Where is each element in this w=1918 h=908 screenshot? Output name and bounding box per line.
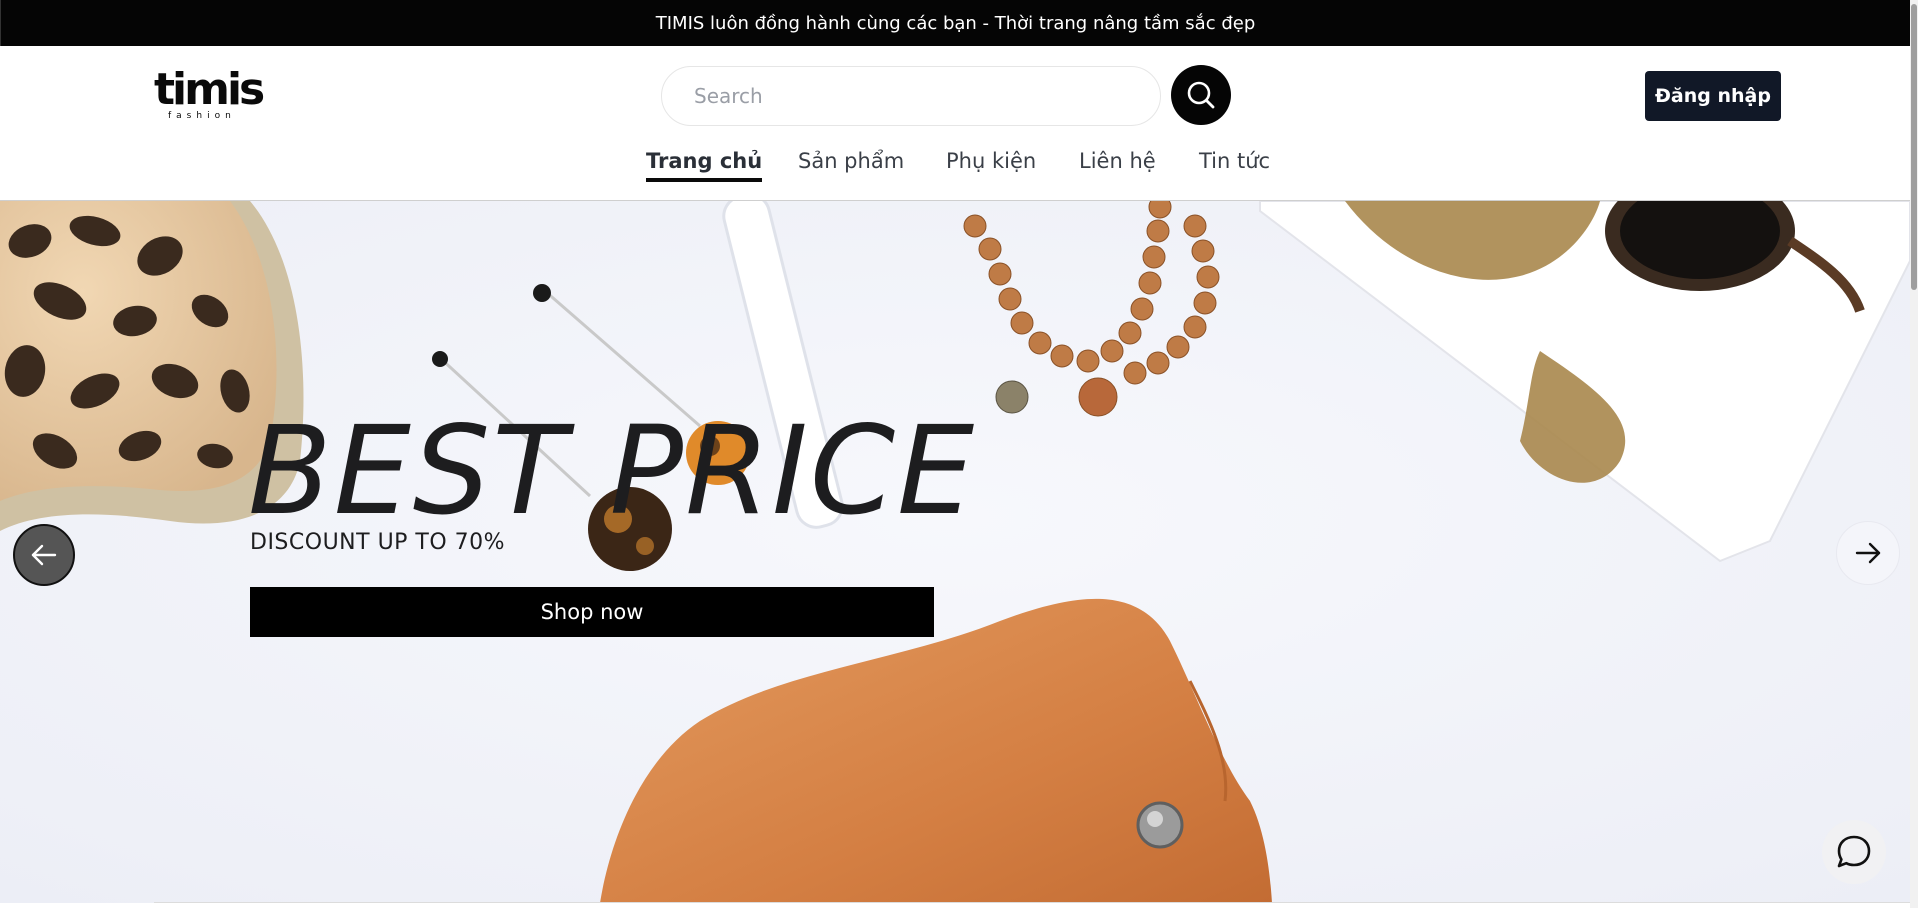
shop-now-button[interactable]: Shop now bbox=[250, 587, 934, 637]
announcement-bar: TIMIS luôn đồng hành cùng các bạn - Thời… bbox=[0, 0, 1910, 46]
search-icon bbox=[1187, 81, 1215, 109]
carousel-prev-button[interactable] bbox=[13, 524, 75, 586]
site-header: timis fashion Đăng nhập Trang chủ Sản ph… bbox=[0, 46, 1910, 201]
main-nav: Trang chủ Sản phẩm Phụ kiện Liên hệ Tin … bbox=[0, 146, 1910, 196]
announcement-text: TIMIS luôn đồng hành cùng các bạn - Thời… bbox=[655, 12, 1256, 34]
nav-item-contact[interactable]: Liên hệ bbox=[1079, 146, 1156, 176]
chat-bubble-icon bbox=[1837, 835, 1871, 868]
carousel-next-button[interactable] bbox=[1836, 521, 1900, 585]
hero-subtitle: DISCOUNT UP TO 70% bbox=[250, 530, 506, 555]
page: TIMIS luôn đồng hành cùng các bạn - Thời… bbox=[0, 0, 1918, 908]
brand-logo[interactable]: timis fashion bbox=[154, 68, 265, 124]
hero-title: BEST PRICE bbox=[248, 400, 977, 542]
logo-tagline: fashion bbox=[168, 111, 236, 121]
hero-banner: BEST PRICE DISCOUNT UP TO 70% Shop now bbox=[0, 201, 1910, 903]
search-box bbox=[661, 66, 1161, 126]
nav-item-news[interactable]: Tin tức bbox=[1199, 146, 1270, 176]
arrow-left-icon bbox=[31, 544, 57, 566]
scrollbar-thumb[interactable] bbox=[1911, 4, 1917, 290]
nav-item-products[interactable]: Sản phẩm bbox=[798, 146, 904, 176]
chat-button[interactable] bbox=[1822, 820, 1886, 884]
section-divider bbox=[154, 902, 1910, 903]
search-button[interactable] bbox=[1171, 65, 1231, 125]
nav-item-home[interactable]: Trang chủ bbox=[646, 146, 763, 182]
page-scrollbar[interactable] bbox=[1910, 0, 1918, 908]
login-button[interactable]: Đăng nhập bbox=[1645, 71, 1781, 121]
arrow-right-icon bbox=[1855, 542, 1881, 564]
nav-item-accessories[interactable]: Phụ kiện bbox=[946, 146, 1036, 176]
search-input[interactable] bbox=[692, 83, 1130, 109]
logo-wordmark: timis bbox=[154, 64, 265, 115]
